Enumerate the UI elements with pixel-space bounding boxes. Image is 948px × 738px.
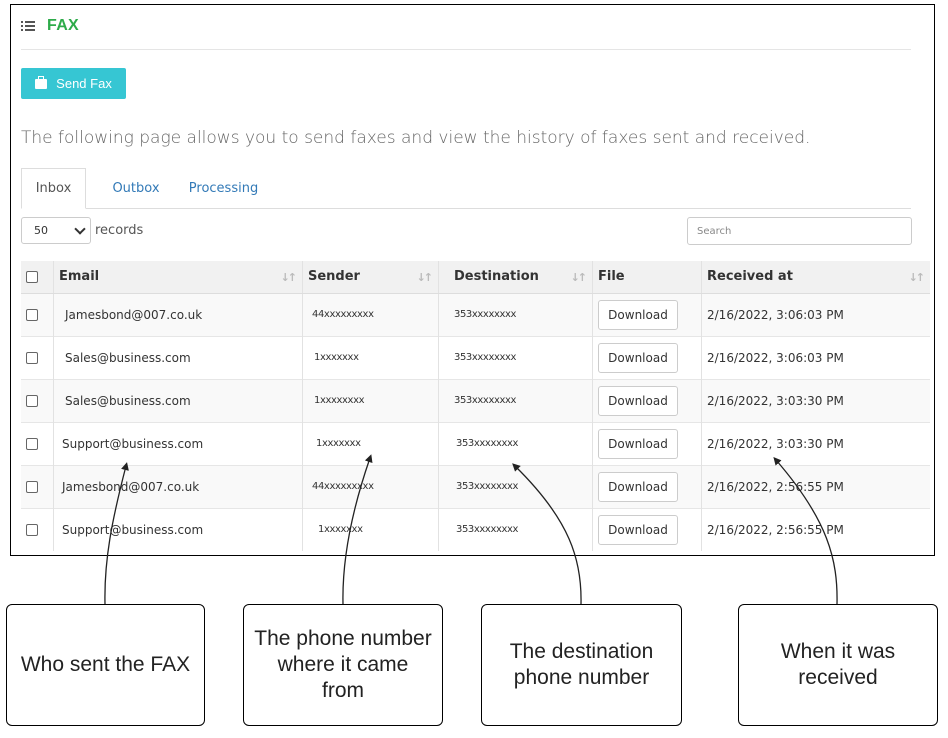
- received-cell: 2/16/2022, 2:56:55 PM: [701, 507, 930, 551]
- row-select-cell: [21, 378, 54, 422]
- table-row: Jamesbond@007.co.uk 44xxxxxxxxx 353xxxxx…: [21, 464, 930, 508]
- sender-cell: 1xxxxxxx: [302, 507, 439, 551]
- download-button[interactable]: Download: [598, 299, 678, 330]
- row-select-cell: [21, 421, 54, 465]
- download-button[interactable]: Download: [598, 428, 678, 459]
- table-row: Sales@business.com 1xxxxxxx 353xxxxxxxx …: [21, 335, 930, 379]
- column-header-received[interactable]: Received at ↓↑: [701, 261, 930, 294]
- email-cell: Jamesbond@007.co.uk: [53, 464, 303, 508]
- send-fax-button[interactable]: Send Fax: [21, 68, 126, 99]
- column-header-sender[interactable]: Sender ↓↑: [302, 261, 439, 294]
- download-button[interactable]: Download: [598, 342, 678, 373]
- sender-cell: 44xxxxxxxxx: [302, 464, 439, 508]
- fax-panel: FAX Send Fax The following page allows y…: [10, 4, 935, 556]
- table-row: Support@business.com 1xxxxxxx 353xxxxxxx…: [21, 507, 930, 551]
- destination-cell: 353xxxxxxxx: [438, 464, 593, 508]
- callout-sender-number: The phone number where it came from: [243, 604, 443, 726]
- column-file-label: File: [598, 269, 625, 285]
- email-cell: Sales@business.com: [53, 378, 303, 422]
- row-checkbox[interactable]: [26, 308, 38, 321]
- destination-cell: 353xxxxxxxx: [438, 507, 593, 551]
- file-cell: Download: [592, 378, 702, 422]
- destination-cell: 353xxxxxxxx: [438, 421, 593, 465]
- sender-cell: 1xxxxxxx: [302, 421, 439, 465]
- send-fax-label: Send Fax: [56, 76, 112, 91]
- received-cell: 2/16/2022, 2:56:55 PM: [701, 464, 930, 508]
- table-row: Sales@business.com 1xxxxxxxx 353xxxxxxxx…: [21, 378, 930, 422]
- row-checkbox[interactable]: [26, 437, 38, 450]
- file-cell: Download: [592, 464, 702, 508]
- column-sender-label: Sender: [308, 269, 360, 285]
- list-icon[interactable]: [21, 21, 35, 31]
- file-cell: Download: [592, 421, 702, 465]
- file-cell: Download: [592, 335, 702, 379]
- header-divider: [21, 49, 911, 50]
- download-button[interactable]: Download: [598, 385, 678, 416]
- received-cell: 2/16/2022, 3:06:03 PM: [701, 335, 930, 379]
- row-checkbox[interactable]: [26, 351, 38, 364]
- sender-cell: 44xxxxxxxxx: [302, 292, 439, 336]
- sender-cell: 1xxxxxxx: [302, 335, 439, 379]
- sender-cell: 1xxxxxxxx: [302, 378, 439, 422]
- briefcase-icon: [35, 75, 48, 89]
- page-title: FAX: [47, 17, 80, 34]
- file-cell: Download: [592, 507, 702, 551]
- records-per-page-value: 50: [34, 224, 48, 237]
- fax-table: Email ↓↑ Sender ↓↑ Destination ↓↑ File Rece…: [21, 261, 930, 551]
- sort-icon[interactable]: ↓↑: [909, 271, 926, 284]
- sort-icon[interactable]: ↓↑: [417, 271, 434, 284]
- page-header: FAX: [21, 15, 79, 37]
- email-cell: Sales@business.com: [53, 335, 303, 379]
- tab-inbox[interactable]: Inbox: [21, 168, 86, 209]
- row-select-cell: [21, 335, 54, 379]
- row-checkbox[interactable]: [26, 523, 38, 536]
- table-row: Support@business.com 1xxxxxxx 353xxxxxxx…: [21, 421, 930, 465]
- column-email-label: Email: [59, 269, 100, 285]
- row-select-cell: [21, 464, 54, 508]
- destination-cell: 353xxxxxxxx: [438, 335, 593, 379]
- table-header-row: Email ↓↑ Sender ↓↑ Destination ↓↑ File Rece…: [21, 261, 930, 294]
- received-cell: 2/16/2022, 3:03:30 PM: [701, 421, 930, 465]
- column-header-email[interactable]: Email ↓↑: [53, 261, 303, 294]
- table-row: Jamesbond@007.co.uk 44xxxxxxxxx 353xxxxx…: [21, 292, 930, 336]
- email-cell: Support@business.com: [53, 421, 303, 465]
- sort-icon[interactable]: ↓↑: [571, 271, 588, 284]
- download-button[interactable]: Download: [598, 471, 678, 502]
- row-checkbox[interactable]: [26, 480, 38, 493]
- records-per-page-select[interactable]: 50: [21, 217, 91, 244]
- callout-who-sent: Who sent the FAX: [6, 604, 205, 726]
- received-cell: 2/16/2022, 3:06:03 PM: [701, 292, 930, 336]
- callout-received: When it was received: [738, 604, 938, 726]
- email-cell: Support@business.com: [53, 507, 303, 551]
- column-destination-label: Destination: [454, 269, 539, 285]
- callout-destination-number: The destination phone number: [481, 604, 682, 726]
- file-cell: Download: [592, 292, 702, 336]
- received-cell: 2/16/2022, 3:03:30 PM: [701, 378, 930, 422]
- row-select-cell: [21, 292, 54, 336]
- chevron-down-icon: [74, 222, 86, 235]
- column-header-destination[interactable]: Destination ↓↑: [438, 261, 593, 294]
- search-input[interactable]: [687, 217, 912, 245]
- destination-cell: 353xxxxxxxx: [438, 378, 593, 422]
- column-header-file: File: [592, 261, 702, 294]
- page-description: The following page allows you to send fa…: [21, 128, 811, 148]
- row-checkbox[interactable]: [26, 394, 38, 407]
- select-all-checkbox[interactable]: [26, 270, 38, 283]
- column-received-label: Received at: [707, 269, 793, 285]
- row-select-cell: [21, 507, 54, 551]
- select-all-cell: [21, 261, 54, 294]
- tab-bar: Inbox Outbox Processing: [21, 168, 911, 209]
- destination-cell: 353xxxxxxxx: [438, 292, 593, 336]
- sort-icon[interactable]: ↓↑: [281, 271, 298, 284]
- records-label: records: [95, 223, 144, 238]
- records-length: 50 records: [21, 217, 143, 244]
- email-cell: Jamesbond@007.co.uk: [53, 292, 303, 336]
- tab-outbox[interactable]: Outbox: [99, 168, 173, 208]
- tab-processing[interactable]: Processing: [181, 168, 266, 208]
- download-button[interactable]: Download: [598, 514, 678, 545]
